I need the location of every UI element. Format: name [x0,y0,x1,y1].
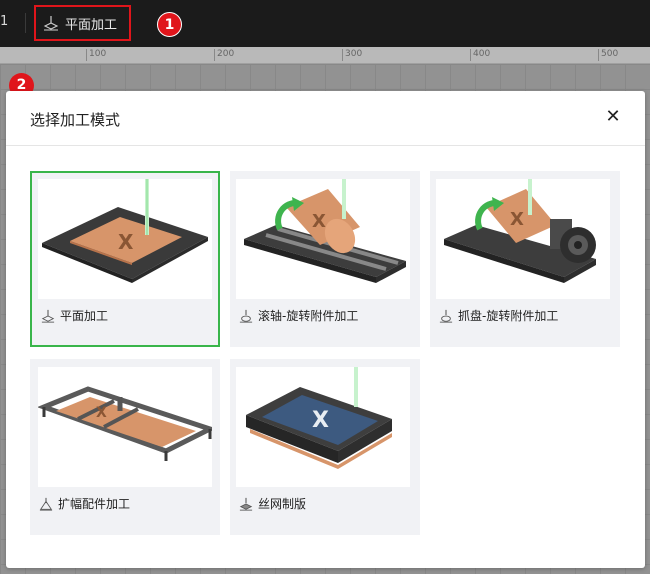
processing-mode-label: 平面加工 [65,17,118,33]
mode-card-label: 抓盘-旋转附件加工 [458,309,559,323]
mode-card-chuck-rotary[interactable]: i X 抓盘-旋转附件加工 [430,171,620,347]
laser-extension-icon [39,497,53,511]
processing-mode-button[interactable]: 平面加工 [34,5,131,41]
svg-text:X: X [96,405,107,421]
mode-card-screen-printing[interactable]: X 丝网制版 [230,359,420,535]
laser-rotary-icon [439,309,453,323]
screen-print-icon [239,497,253,511]
ruler-tick: 200 [214,49,234,61]
mode-card-extension-kit[interactable]: X 扩幅配件加工 [30,359,220,535]
roller-rotary-image: X [236,179,410,299]
laser-rotary-icon [239,309,253,323]
laser-flat-icon [43,16,59,31]
dialog-divider [6,145,645,146]
mode-card-label-row: 滚轴-旋转附件加工 [239,307,358,324]
toolbar-number: 1 [0,14,9,29]
mode-select-dialog: 选择加工模式 ✕ X 平面加工 X 滚轴-旋转附件加工 X 抓盘-旋转附件加工 … [6,91,645,568]
screen-printing-image: X [236,367,410,487]
dialog-title: 选择加工模式 [30,111,121,129]
horizontal-ruler: 100 200 300 400 500 [0,47,650,64]
mode-card-label: 丝网制版 [258,497,307,511]
mode-card-label-row: 平面加工 [41,307,108,324]
mode-card-label-row: 扩幅配件加工 [39,495,130,512]
mode-card-label: 滚轴-旋转附件加工 [258,309,359,323]
svg-text:X: X [510,209,524,230]
svg-text:X: X [118,230,134,254]
svg-text:X: X [312,211,326,232]
flat-machine-image: X [38,179,212,299]
ruler-tick: 300 [342,49,362,61]
mode-card-flat[interactable]: X 平面加工 [30,171,220,347]
ruler-tick: 500 [598,49,618,61]
mode-card-label: 平面加工 [60,309,109,323]
ruler-tick: 400 [470,49,490,61]
mode-card-roller-rotary[interactable]: X 滚轴-旋转附件加工 [230,171,420,347]
svg-text:X: X [312,408,329,433]
mode-card-label-row: 丝网制版 [239,495,306,512]
toolbar-separator [25,13,26,33]
mode-card-label: 扩幅配件加工 [58,497,131,511]
extension-kit-image: X [37,367,217,487]
top-toolbar: 1 平面加工 1 [0,0,650,47]
mode-card-label-row: 抓盘-旋转附件加工 [439,307,558,324]
laser-flat-icon [41,309,55,323]
chuck-rotary-image: X [436,179,610,299]
ruler-tick: 100 [86,49,106,61]
close-icon[interactable]: ✕ [603,107,623,127]
annotation-badge-1: 1 [157,12,182,37]
